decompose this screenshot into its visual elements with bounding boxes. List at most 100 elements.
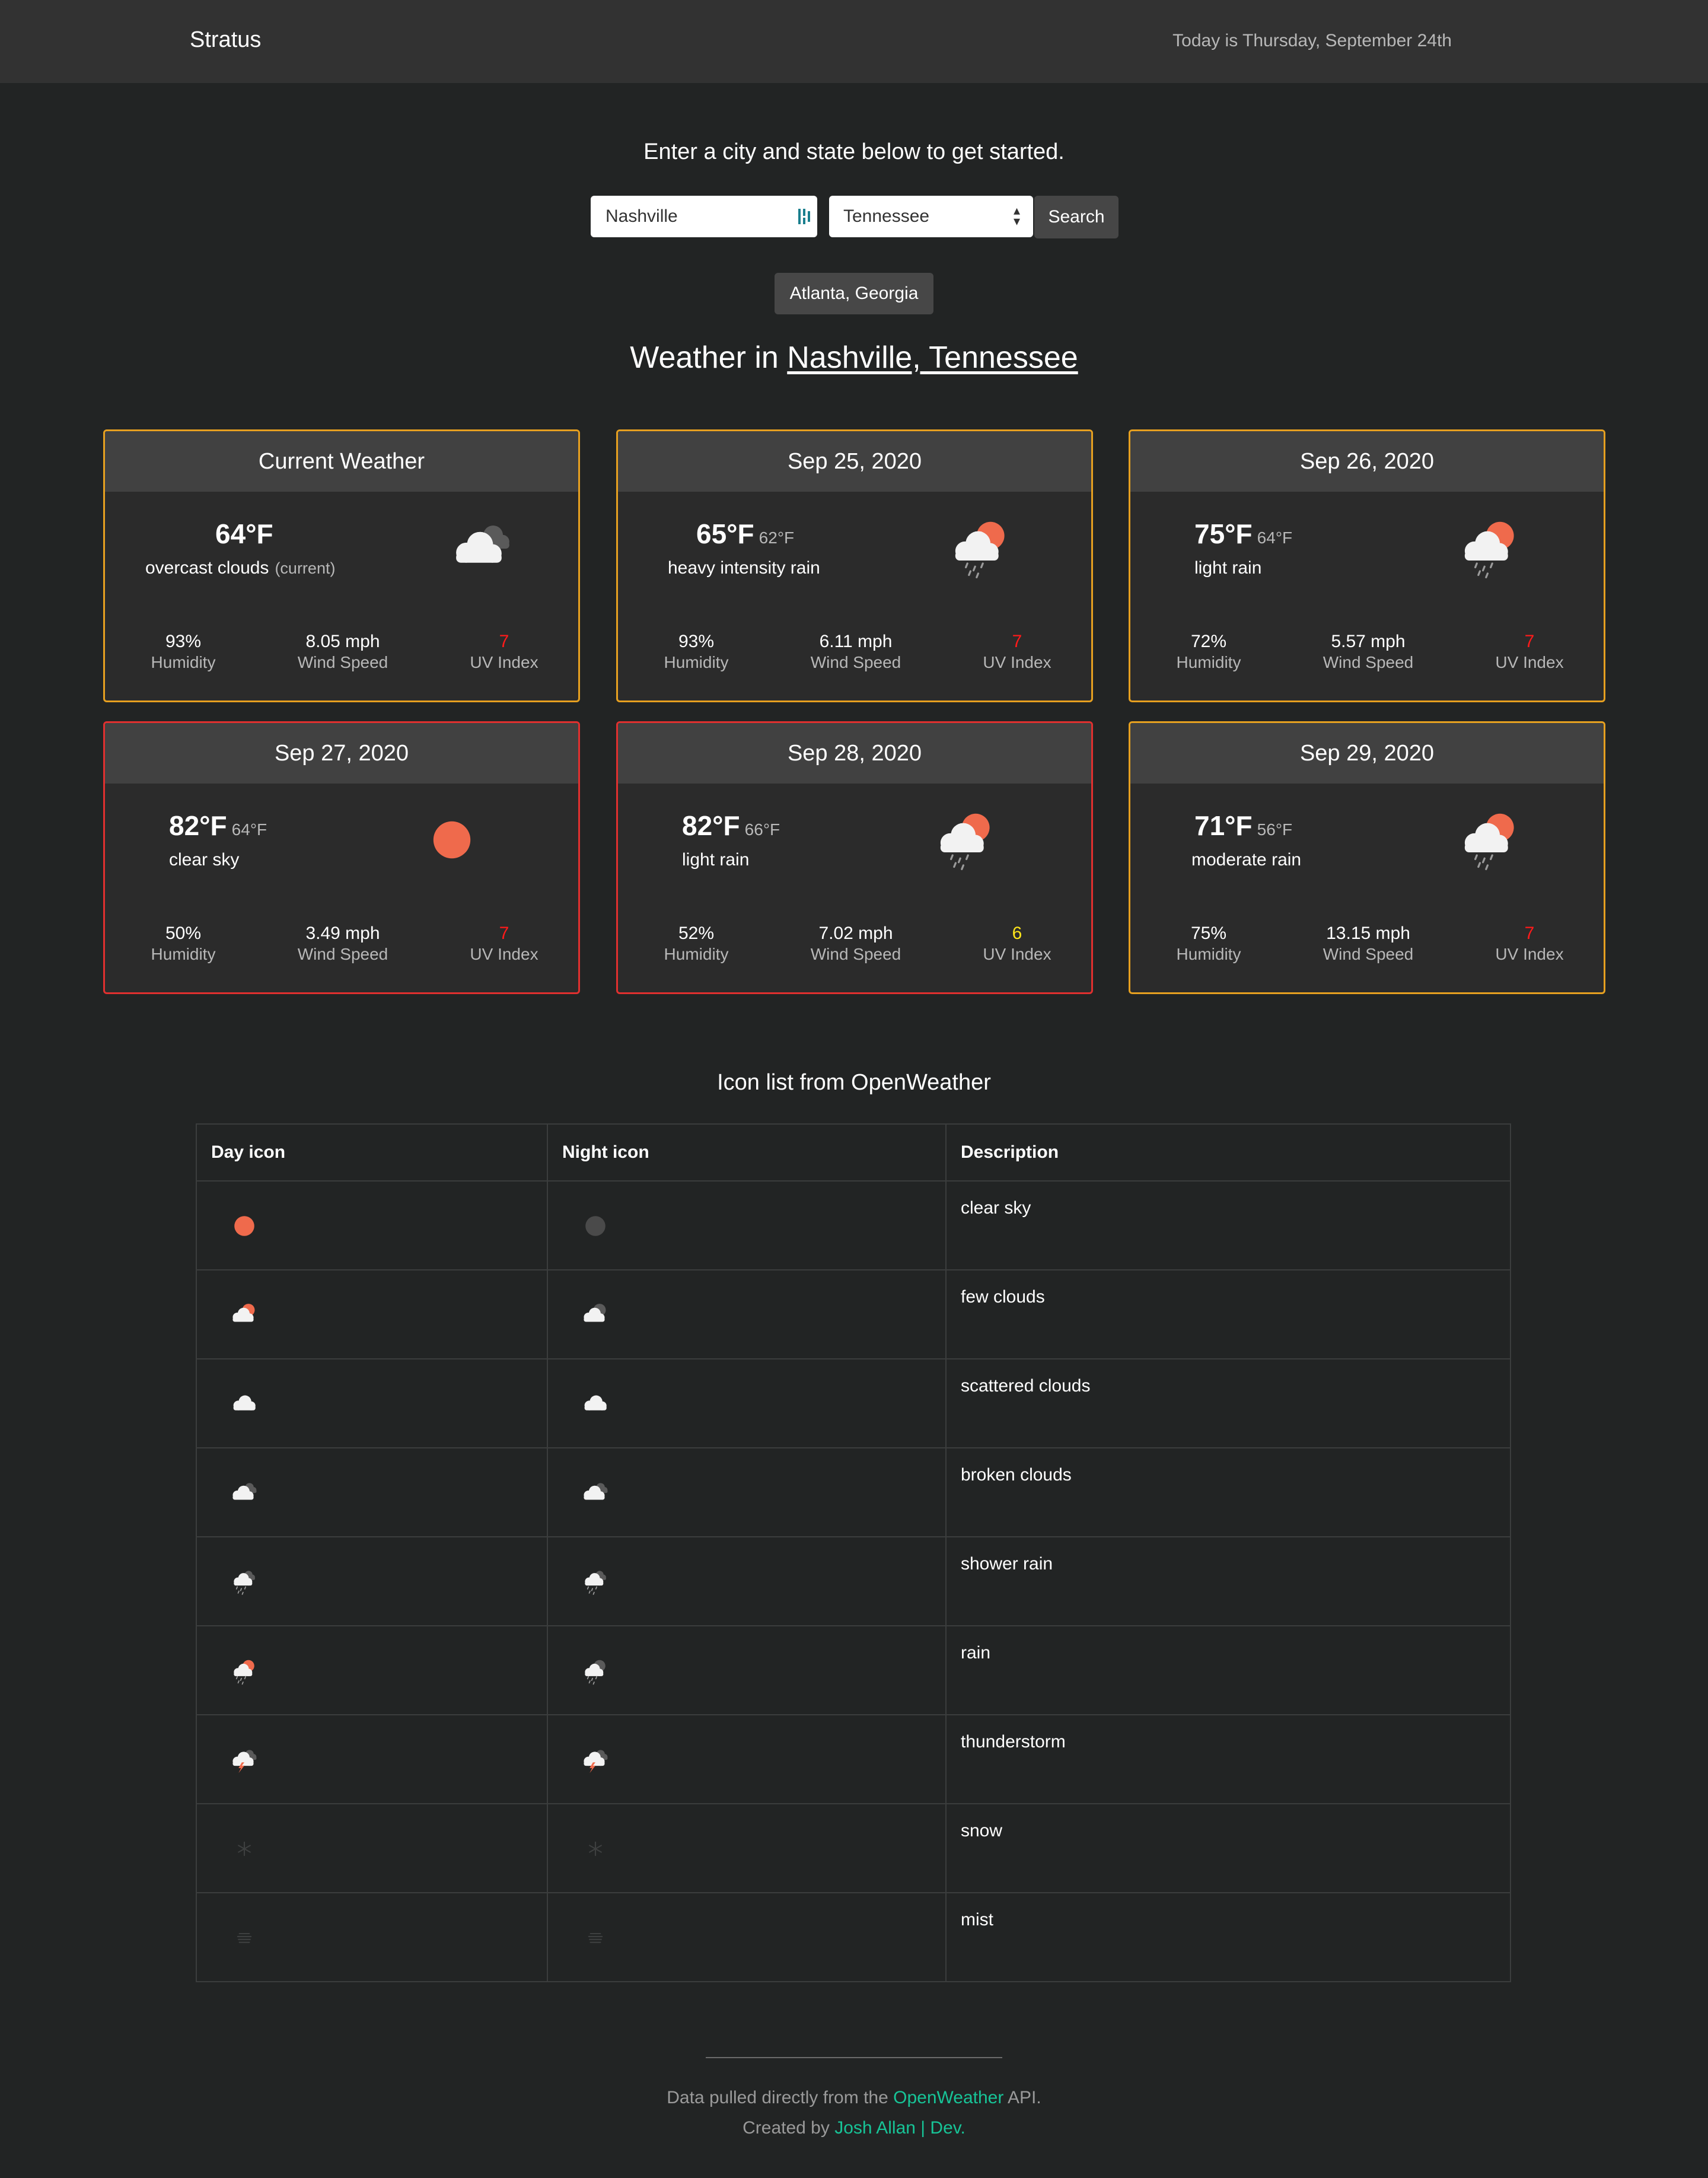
- card-temperature: 71°F 56°F: [1194, 810, 1292, 842]
- footer-data-source: Data pulled directly from the OpenWeathe…: [0, 2088, 1708, 2108]
- temp-low: 64°F: [1257, 528, 1293, 547]
- card-title: Sep 29, 2020: [1130, 723, 1604, 784]
- table-header-row: Day icon Night icon Description: [196, 1123, 1511, 1182]
- footer-divider: [706, 2057, 1002, 2058]
- shower-rain-icon: [572, 1561, 619, 1603]
- humidity-value: 93%: [678, 632, 715, 651]
- humidity-label: Humidity: [664, 653, 729, 671]
- thunderstorm-icon: [572, 1739, 619, 1781]
- night-icon-cell: [547, 1625, 947, 1715]
- wind-stat: 3.49 mph Wind Speed: [266, 924, 420, 964]
- uv-stat: 6 UV Index: [940, 924, 1091, 964]
- uv-value: 7: [499, 924, 509, 943]
- weather-title-prefix: Weather in: [630, 340, 788, 375]
- snow-icon: [221, 1828, 268, 1870]
- uv-label: UV Index: [983, 945, 1051, 963]
- condition-text: moderate rain: [1191, 850, 1302, 870]
- brand-logo[interactable]: Stratus: [190, 27, 261, 53]
- day-icon-cell: [196, 1447, 548, 1537]
- mist-icon: [221, 1917, 268, 1959]
- humidity-value: 52%: [678, 924, 715, 943]
- uv-stat: 7 UV Index: [940, 632, 1091, 672]
- today-date: Today is Thursday, September 24th: [1172, 31, 1452, 50]
- condition-text: heavy intensity rain: [668, 558, 820, 578]
- night-icon-cell: [547, 1803, 947, 1893]
- wind-stat: 6.11 mph Wind Speed: [779, 632, 933, 672]
- uv-stat: 7 UV Index: [427, 924, 578, 964]
- history-button-atlanta[interactable]: Atlanta, Georgia: [775, 273, 933, 314]
- temp-high: 64°F: [215, 518, 273, 549]
- snow-icon: [572, 1828, 619, 1870]
- weather-location-link[interactable]: Nashville, Tennessee: [787, 340, 1078, 375]
- temp-high: 71°F: [1194, 810, 1253, 841]
- table-row: mist: [196, 1892, 1511, 1982]
- card-description: light rain: [1194, 558, 1267, 578]
- broken-clouds-icon: [221, 1472, 268, 1514]
- night-icon-cell: [547, 1269, 947, 1359]
- temp-low: 62°F: [759, 528, 795, 547]
- description-cell: scattered clouds: [945, 1358, 1511, 1448]
- wind-value: 3.49 mph: [305, 924, 380, 943]
- description-cell: mist: [945, 1892, 1511, 1982]
- few-clouds-day-icon: [221, 1294, 268, 1336]
- humidity-value: 72%: [1190, 632, 1227, 651]
- humidity-label: Humidity: [151, 653, 216, 671]
- wind-label: Wind Speed: [1323, 653, 1414, 671]
- description-cell: rain: [945, 1625, 1511, 1715]
- intro-text: Enter a city and state below to get star…: [643, 139, 1065, 164]
- search-button[interactable]: Search: [1034, 196, 1119, 238]
- uv-value: 6: [1012, 924, 1022, 943]
- uv-value: 7: [1524, 924, 1535, 943]
- select-caret-icon: ▴ ▾: [1013, 203, 1020, 228]
- night-icon-cell: [547, 1892, 947, 1982]
- description-cell: shower rain: [945, 1536, 1511, 1626]
- footer-text: Created by: [743, 2118, 835, 2138]
- wind-stat: 13.15 mph Wind Speed: [1291, 924, 1445, 964]
- city-input[interactable]: [591, 196, 817, 237]
- day-icon-cell: [196, 1358, 548, 1448]
- wind-value: 5.57 mph: [1331, 632, 1406, 651]
- uv-label: UV Index: [1495, 945, 1564, 963]
- description-cell: broken clouds: [945, 1447, 1511, 1537]
- forecast-card: Current Weather 64°F overcast clouds (cur…: [103, 429, 580, 702]
- wind-stat: 5.57 mph Wind Speed: [1291, 632, 1445, 672]
- icon-list-title: Icon list from OpenWeather: [717, 1070, 991, 1095]
- table-row: rain: [196, 1625, 1511, 1715]
- icon-table: Day icon Night icon Description clear sk…: [196, 1123, 1511, 1982]
- state-select[interactable]: Tennessee ▴ ▾: [829, 196, 1033, 237]
- rain-day-icon: [221, 1650, 268, 1692]
- forecast-card: Sep 28, 2020 82°F 66°F light rain 52% Hum…: [616, 721, 1093, 994]
- card-description: heavy intensity rain: [668, 558, 826, 578]
- card-title: Sep 25, 2020: [618, 431, 1091, 492]
- night-icon-cell: [547, 1358, 947, 1448]
- condition-text: light rain: [1194, 558, 1262, 578]
- moon-icon: [572, 1205, 619, 1247]
- day-icon-cell: [196, 1269, 548, 1359]
- day-icon-cell: [196, 1803, 548, 1893]
- table-row: scattered clouds: [196, 1358, 1511, 1448]
- day-icon-cell: [196, 1625, 548, 1715]
- autofill-icon[interactable]: [797, 208, 811, 225]
- header-night-icon: Night icon: [547, 1123, 947, 1182]
- humidity-stat: 72% Humidity: [1132, 632, 1286, 672]
- wind-label: Wind Speed: [1323, 945, 1414, 963]
- header-description: Description: [945, 1123, 1511, 1182]
- uv-value: 7: [1012, 632, 1022, 651]
- card-description: overcast clouds (current): [145, 558, 335, 578]
- temp-low: 66°F: [744, 820, 780, 839]
- state-select-value: Tennessee: [843, 206, 930, 226]
- temp-high: 75°F: [1194, 518, 1253, 549]
- wind-stat: 8.05 mph Wind Speed: [266, 632, 420, 672]
- broken-clouds-icon: [572, 1472, 619, 1514]
- card-title: Current Weather: [105, 431, 578, 492]
- table-row: shower rain: [196, 1536, 1511, 1626]
- description-cell: few clouds: [945, 1269, 1511, 1359]
- thunderstorm-icon: [221, 1739, 268, 1781]
- author-link[interactable]: Josh Allan | Dev.: [834, 2118, 965, 2138]
- humidity-value: 93%: [165, 632, 202, 651]
- night-icon-cell: [547, 1536, 947, 1626]
- card-temperature: 75°F 64°F: [1194, 518, 1292, 550]
- current-tag: (current): [275, 559, 336, 577]
- openweather-link[interactable]: OpenWeather: [893, 2088, 1003, 2107]
- condition-text: clear sky: [169, 850, 240, 870]
